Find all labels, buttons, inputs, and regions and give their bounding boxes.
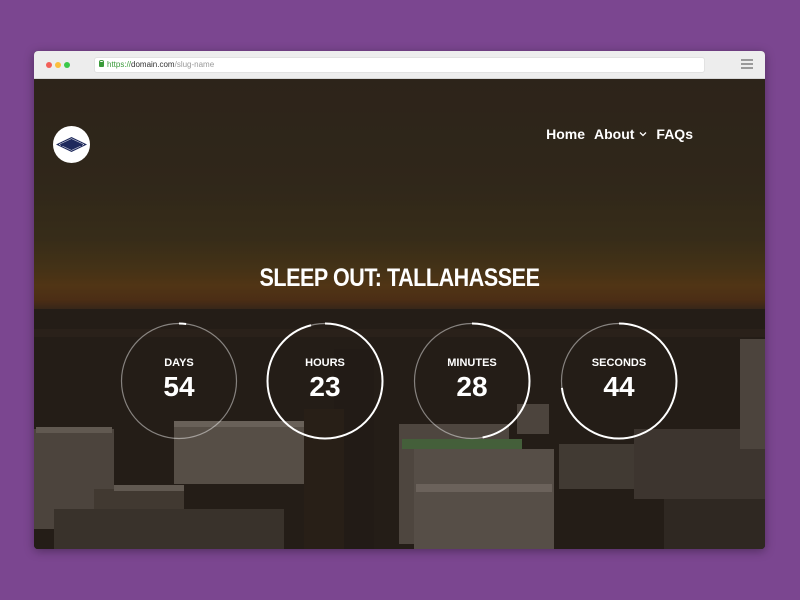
page-title: SLEEP OUT: TALLAHASSEE <box>259 264 540 292</box>
countdown-seconds: SECONDS 44 <box>560 322 678 440</box>
countdown-days-label: DAYS <box>164 357 194 369</box>
hamburger-menu-icon[interactable] <box>741 59 753 69</box>
countdown-minutes-label: MINUTES <box>447 357 497 369</box>
countdown-hours-value: 23 <box>309 371 341 402</box>
browser-window: https://domain.com/slug-name Home About … <box>34 51 765 549</box>
nav-about[interactable]: About <box>594 126 647 142</box>
nav-about-label: About <box>593 126 635 142</box>
countdown-seconds-value: 44 <box>603 371 635 402</box>
nav-home[interactable]: Home <box>546 126 585 142</box>
countdown-hours: HOURS 23 <box>266 322 384 440</box>
sleep-out-logo-icon <box>56 137 87 152</box>
main-navigation: Home About FAQs <box>546 126 693 142</box>
maximize-window-button[interactable] <box>64 62 70 68</box>
countdown-seconds-label: SECONDS <box>591 357 647 369</box>
url-host: domain.com <box>131 60 175 69</box>
url-scheme: https:// <box>107 60 132 69</box>
hero-section: Home About FAQs SLEEP OUT: TALLAHASSEE D… <box>34 79 765 549</box>
url-path: /slug-name <box>174 60 215 69</box>
countdown-minutes: MINUTES 28 <box>413 322 531 440</box>
countdown-days: DAYS 54 <box>120 322 238 440</box>
countdown-days-value: 54 <box>163 371 195 402</box>
countdown-minutes-value: 28 <box>456 371 488 402</box>
countdown-hours-label: HOURS <box>305 357 345 369</box>
browser-toolbar: https://domain.com/slug-name <box>34 51 765 79</box>
minimize-window-button[interactable] <box>55 62 61 68</box>
address-bar[interactable]: https://domain.com/slug-name <box>94 57 705 73</box>
site-logo[interactable] <box>53 126 90 163</box>
close-window-button[interactable] <box>46 62 52 68</box>
chevron-down-icon <box>639 132 647 137</box>
nav-faqs-label: FAQs <box>656 126 693 142</box>
nav-faqs[interactable]: FAQs <box>656 126 693 142</box>
nav-home-label: Home <box>546 126 585 142</box>
countdown-timer: DAYS 54 HOURS 23 MINUTES 28 SECONDS 44 <box>34 322 765 440</box>
hero-overlay <box>34 79 765 549</box>
lock-icon <box>99 60 104 67</box>
